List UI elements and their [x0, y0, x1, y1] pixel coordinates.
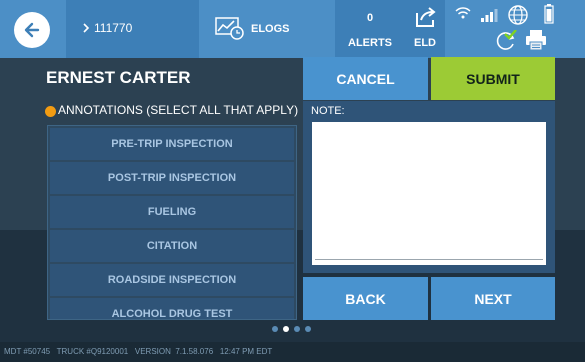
page-dot-3 [294, 326, 300, 332]
next-button[interactable]: NEXT [431, 277, 555, 320]
battery-icon [544, 4, 554, 24]
sync-check-icon [496, 30, 517, 50]
annotation-pre-trip-inspection[interactable]: PRE-TRIP INSPECTION [50, 128, 294, 160]
eld-button[interactable]: ELD [405, 0, 445, 58]
chevron-right-icon [83, 23, 90, 33]
annotation-citation[interactable]: CITATION [50, 230, 294, 262]
back-arrow-icon [24, 22, 40, 38]
annotation-post-trip-inspection[interactable]: POST-TRIP INSPECTION [50, 162, 294, 194]
submit-button[interactable]: SUBMIT [431, 57, 555, 100]
share-arrow-icon [416, 7, 436, 27]
top-bar: 111770 ELOGS 0 ALERTS ELD [0, 0, 585, 58]
footer-bar: MDT #50745 TRUCK #Q9120001 VERSION 7.1.5… [0, 342, 585, 362]
annotation-roadside-inspection[interactable]: ROADSIDE INSPECTION [50, 264, 294, 296]
signal-bars-icon [481, 9, 498, 22]
note-textarea[interactable] [312, 122, 546, 265]
annotation-fueling[interactable]: FUELING [50, 196, 294, 228]
page-dot-4 [305, 326, 311, 332]
cancel-button[interactable]: CANCEL [303, 57, 428, 100]
alerts-count: 0 [366, 12, 374, 24]
note-underline [315, 259, 543, 260]
alerts-button[interactable]: 0 ALERTS [335, 0, 405, 58]
elogs-graph-icon [215, 17, 244, 40]
page-indicator [272, 326, 311, 332]
elogs-label: ELOGS [251, 23, 290, 35]
annotation-alcohol-drug-test[interactable]: ALCOHOL DRUG TEST [50, 298, 294, 319]
printer-icon [526, 30, 546, 51]
eld-label: ELD [414, 37, 436, 49]
note-panel: NOTE: [303, 101, 555, 273]
page-dot-1 [272, 326, 278, 332]
driver-selector[interactable]: 111770 [66, 0, 199, 58]
annotations-list[interactable]: PRE-TRIP INSPECTION POST-TRIP INSPECTION… [47, 125, 297, 320]
driver-name: ERNEST CARTER [46, 68, 191, 87]
elogs-tab[interactable]: ELOGS [199, 0, 335, 58]
status-tray [445, 0, 585, 58]
back-button[interactable]: BACK [303, 277, 428, 320]
annotations-title: ANNOTATIONS (SELECT ALL THAT APPLY) [58, 103, 299, 117]
device-info: MDT #50745 TRUCK #Q9120001 VERSION 7.1.5… [4, 347, 273, 356]
alerts-label: ALERTS [348, 37, 392, 49]
globe-icon [508, 5, 528, 25]
driver-id: 111770 [94, 21, 133, 35]
back-nav-button[interactable] [14, 12, 50, 48]
wifi-icon [455, 7, 471, 19]
page-dot-2 [283, 326, 289, 332]
required-indicator-dot [45, 106, 56, 117]
note-label: NOTE: [311, 105, 345, 117]
